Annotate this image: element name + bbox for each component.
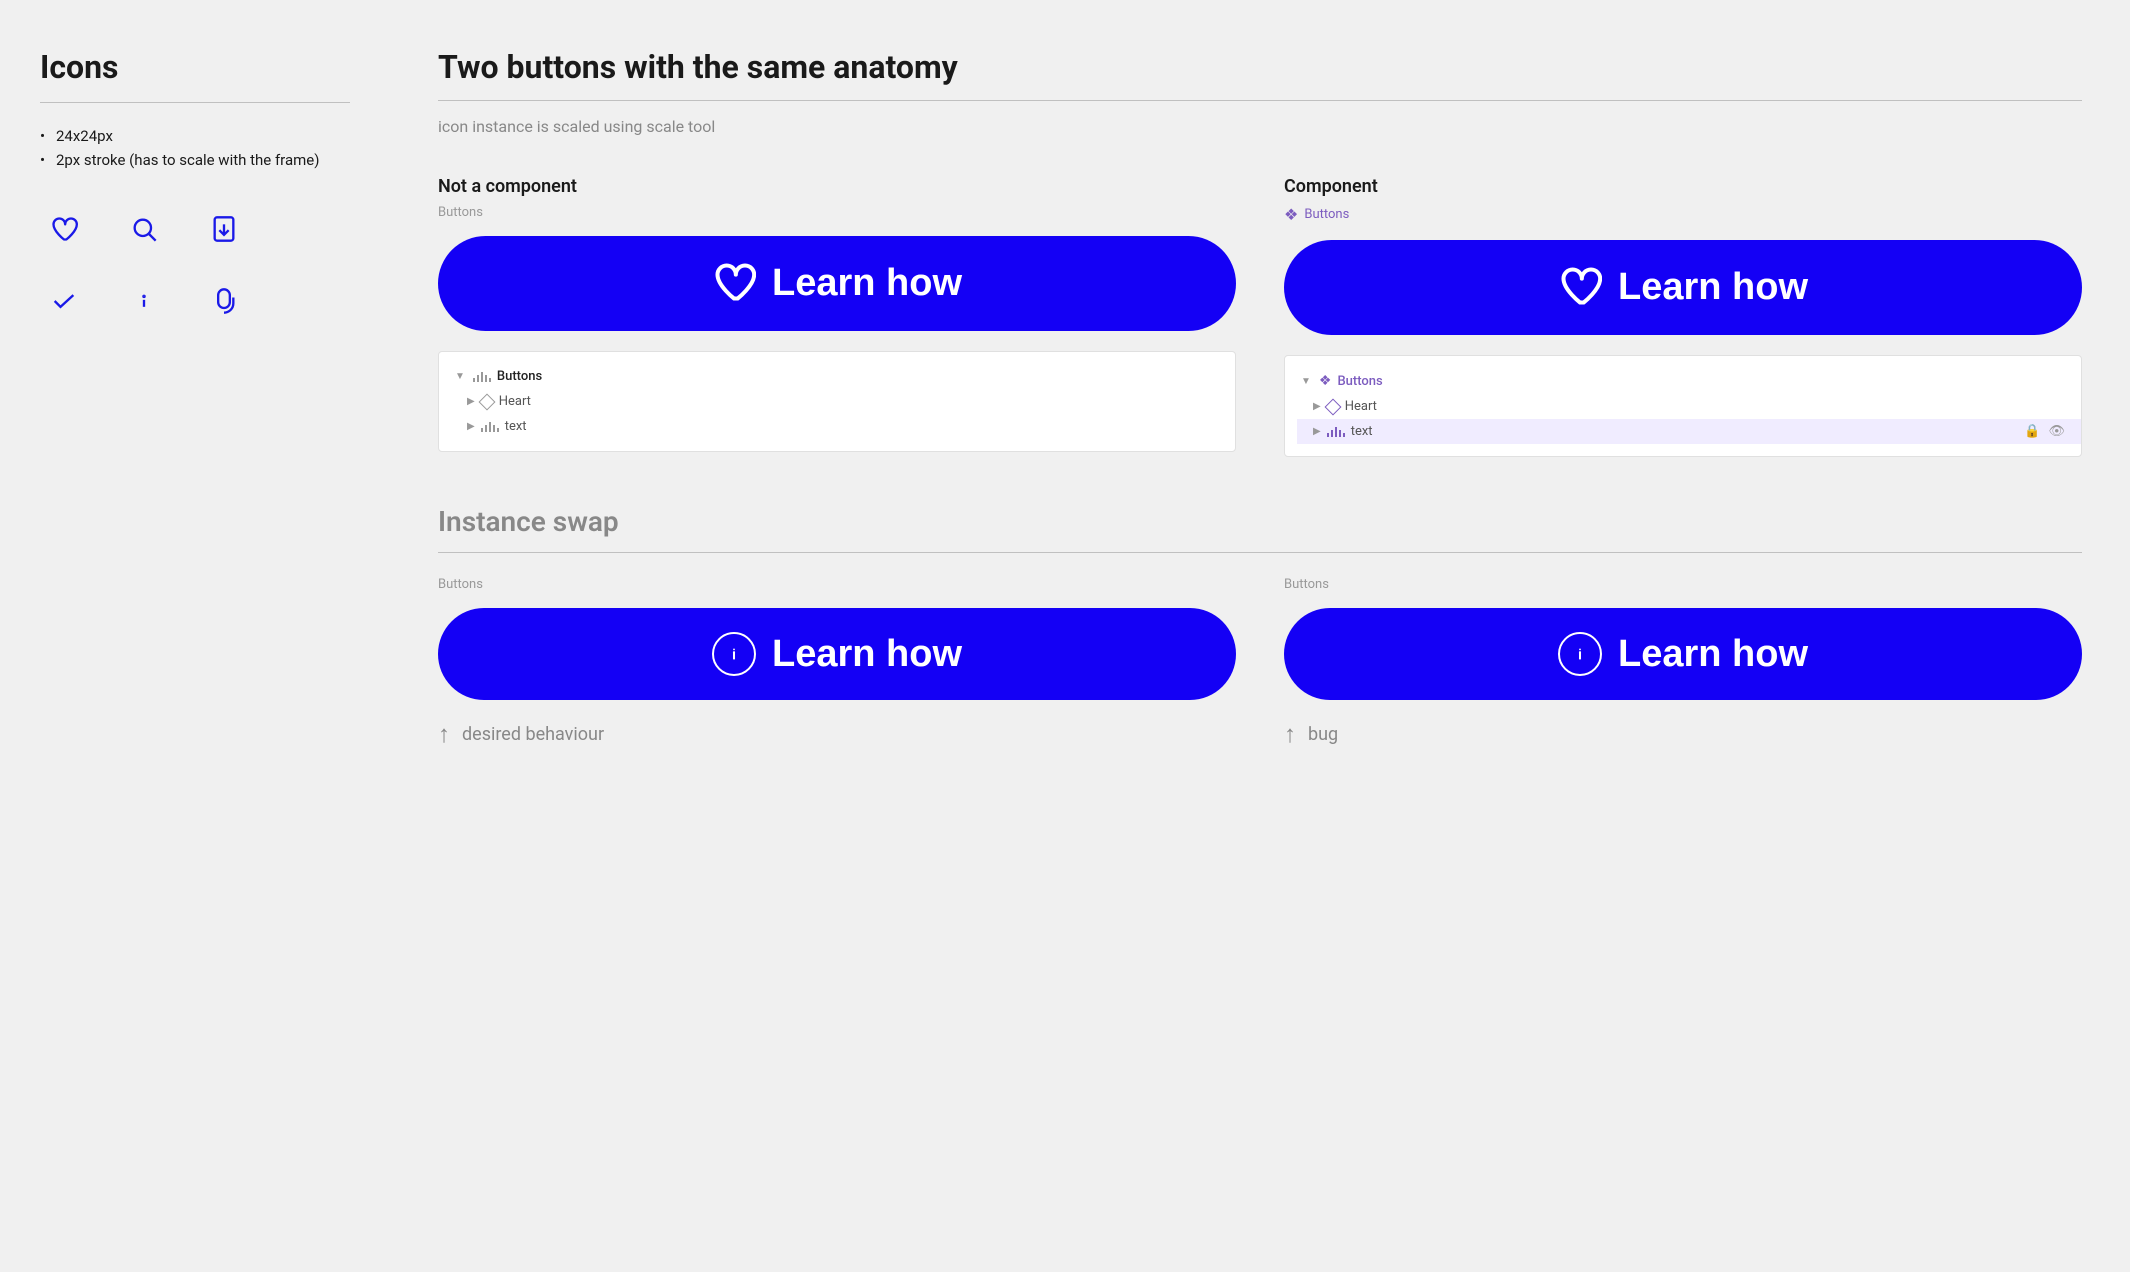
lock-icon: 🔒 xyxy=(2024,424,2040,439)
heart-svg xyxy=(712,260,756,304)
layer-row-heart: ▶ Heart xyxy=(451,389,1235,414)
component-sub-text: Buttons xyxy=(1304,207,1349,222)
heart-button-icon-2 xyxy=(1558,264,1602,311)
bullet-item-1: 24x24px xyxy=(40,127,350,145)
chevron-right-icon-4: ▶ xyxy=(1313,426,1321,437)
attachment-icon xyxy=(210,287,238,315)
layer-text-label: text xyxy=(505,419,527,434)
not-a-component-sub: Buttons xyxy=(438,205,1236,220)
swap-left-button-text: Learn how xyxy=(772,633,962,676)
component-layer-panel: ▼ ❖ Buttons ▶ Heart ▶ xyxy=(1284,355,2082,457)
main-content: Two buttons with the same anatomy icon i… xyxy=(390,0,2130,1272)
two-buttons-section: Not a component Buttons Learn how ▼ xyxy=(438,176,2082,457)
info-svg-right xyxy=(1569,643,1591,665)
layer-text-label-component: text xyxy=(1351,424,1373,439)
app-layout: Icons 24x24px 2px stroke (has to scale w… xyxy=(0,0,2130,1272)
component-diamond-icon: ❖ xyxy=(1284,205,1298,224)
sidebar-title: Icons xyxy=(40,48,350,86)
component-sub: ❖ Buttons xyxy=(1284,205,2082,224)
search-icon-cell xyxy=(120,205,168,253)
swap-col-left: Buttons Learn how ↑ desired behaviour xyxy=(438,577,1236,749)
info-circle-left xyxy=(712,632,756,676)
layer-row-buttons-component: ▼ ❖ Buttons xyxy=(1285,368,2081,394)
main-title: Two buttons with the same anatomy xyxy=(438,48,2082,86)
not-a-component-button-text: Learn how xyxy=(772,262,962,305)
layer-row-buttons: ▼ Buttons xyxy=(439,364,1235,389)
component-heading: Component xyxy=(1284,176,2082,197)
not-a-component-col: Not a component Buttons Learn how ▼ xyxy=(438,176,1236,457)
chevron-right-icon-3: ▶ xyxy=(1313,401,1321,412)
bug-label: ↑ bug xyxy=(1284,720,2082,749)
info-circle-right xyxy=(1558,632,1602,676)
layer-heart-label-component: Heart xyxy=(1345,399,1377,414)
chevron-right-icon-2: ▶ xyxy=(467,421,475,432)
sidebar: Icons 24x24px 2px stroke (has to scale w… xyxy=(0,0,390,1272)
swap-right-button[interactable]: Learn how xyxy=(1284,608,2082,700)
layer-row-heart-component: ▶ Heart xyxy=(1297,394,2081,419)
layer-row-text: ▶ text xyxy=(451,414,1235,439)
chevron-down-icon-2: ▼ xyxy=(1301,376,1311,387)
swap-col-right: Buttons Learn how ↑ bug xyxy=(1284,577,2082,749)
diamond-icon xyxy=(478,393,495,410)
chevron-down-icon: ▼ xyxy=(455,371,465,382)
file-download-icon-cell xyxy=(200,205,248,253)
component-col: Component ❖ Buttons Learn how xyxy=(1284,176,2082,457)
bullet-item-2: 2px stroke (has to scale with the frame) xyxy=(40,151,350,169)
swap-left-sub: Buttons xyxy=(438,577,1236,592)
instance-swap-title: Instance swap xyxy=(438,505,2082,538)
main-divider xyxy=(438,100,2082,101)
heart-svg-2 xyxy=(1558,264,1602,308)
search-icon xyxy=(130,215,158,243)
desired-behaviour-text: desired behaviour xyxy=(462,724,604,745)
layer-buttons-label: Buttons xyxy=(497,369,542,384)
component-frame-icon: ❖ xyxy=(1319,373,1332,389)
heart-icon-cell xyxy=(40,205,88,253)
check-icon xyxy=(50,287,78,315)
text-frame-icon-2 xyxy=(1327,427,1345,437)
sidebar-divider xyxy=(40,102,350,103)
swap-left-button[interactable]: Learn how xyxy=(438,608,1236,700)
info-icon-cell xyxy=(120,277,168,325)
instance-swap-divider xyxy=(438,552,2082,553)
not-a-component-layer-panel: ▼ Buttons ▶ Heart xyxy=(438,351,1236,452)
bug-text: bug xyxy=(1308,724,1338,745)
frame-icon xyxy=(473,372,491,382)
text-frame-icon xyxy=(481,422,499,432)
not-a-component-button[interactable]: Learn how xyxy=(438,236,1236,331)
layer-buttons-label-component: Buttons xyxy=(1337,374,1382,389)
attachment-icon-cell xyxy=(200,277,248,325)
instance-swap-section: Instance swap Buttons Learn how xyxy=(438,505,2082,749)
heart-icon xyxy=(50,215,78,243)
not-a-component-heading: Not a component xyxy=(438,176,1236,197)
layer-row-text-component: ▶ text 🔒 👁 xyxy=(1297,419,2081,444)
check-icon-cell xyxy=(40,277,88,325)
arrow-up-icon-right: ↑ xyxy=(1284,720,1296,749)
info-svg-left xyxy=(723,643,745,665)
heart-button-icon xyxy=(712,260,756,307)
chevron-right-icon: ▶ xyxy=(467,396,475,407)
main-subtitle: icon instance is scaled using scale tool xyxy=(438,117,2082,136)
arrow-up-icon-left: ↑ xyxy=(438,720,450,749)
component-button-text: Learn how xyxy=(1618,266,1808,309)
icon-grid xyxy=(40,205,350,325)
file-download-icon xyxy=(210,215,238,243)
swap-right-button-text: Learn how xyxy=(1618,633,1808,676)
bullet-list: 24x24px 2px stroke (has to scale with th… xyxy=(40,127,350,169)
layer-right-icons: 🔒 👁 xyxy=(2024,424,2065,439)
swap-buttons-row: Buttons Learn how ↑ desired behaviour xyxy=(438,577,2082,749)
desired-behaviour-label: ↑ desired behaviour xyxy=(438,720,1236,749)
diamond-purple-icon xyxy=(1324,398,1341,415)
component-button[interactable]: Learn how xyxy=(1284,240,2082,335)
info-icon xyxy=(130,287,158,315)
swap-right-sub: Buttons xyxy=(1284,577,2082,592)
eye-icon: 👁 xyxy=(2048,424,2065,439)
layer-heart-label: Heart xyxy=(499,394,531,409)
